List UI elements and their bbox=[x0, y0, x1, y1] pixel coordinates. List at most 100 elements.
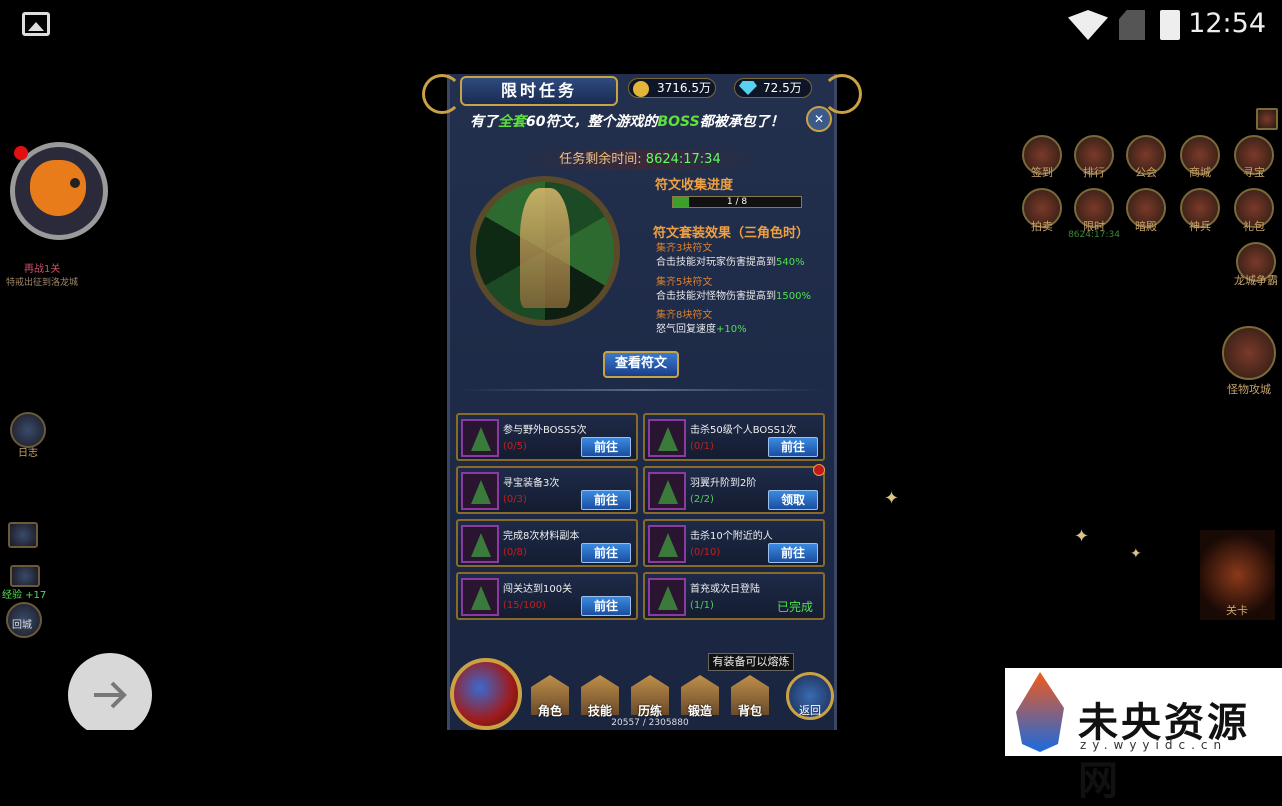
task-progress: (15/100) bbox=[503, 600, 546, 611]
hp-mp-orb bbox=[450, 658, 522, 730]
task-item: 羽翼升阶到2阶 (2/2) 领取 bbox=[643, 464, 825, 514]
watermark-url: zy.wyyidc.cn bbox=[1080, 738, 1228, 752]
dragon-city-label: 龙城争霸 bbox=[1234, 274, 1278, 287]
dark-hall-label: 暗殿 bbox=[1135, 220, 1157, 233]
task-go-button[interactable]: 前往 bbox=[581, 596, 631, 616]
no-sim-icon bbox=[1119, 10, 1145, 40]
expand-icon[interactable] bbox=[1256, 108, 1278, 130]
sparkle-icon: ✦ bbox=[884, 488, 900, 509]
dog-eye bbox=[70, 178, 80, 188]
task-go-button[interactable]: 前往 bbox=[768, 543, 818, 563]
task-progress: (0/10) bbox=[690, 547, 721, 558]
monster-siege-label: 怪物攻城 bbox=[1227, 383, 1271, 396]
task-item: 参与野外BOSS5次 (0/5) 前往 bbox=[456, 413, 638, 461]
journal-label: 日志 bbox=[18, 448, 38, 459]
image-icon bbox=[22, 12, 50, 36]
notification-dot bbox=[14, 146, 28, 160]
rank-label: 排行 bbox=[1083, 166, 1105, 179]
task-icon bbox=[461, 525, 499, 563]
notification-dot bbox=[813, 464, 825, 476]
task-item: 完成8次材料副本 (0/8) 前往 bbox=[456, 519, 638, 567]
journal-icon[interactable] bbox=[10, 412, 46, 448]
task-icon bbox=[648, 472, 686, 510]
task-icon bbox=[461, 472, 499, 510]
task-name: 闯关达到100关 bbox=[503, 584, 573, 595]
task-item: 击杀50级个人BOSS1次 (0/1) 前往 bbox=[643, 413, 825, 461]
task-icon bbox=[461, 419, 499, 457]
task-go-button[interactable]: 前往 bbox=[768, 437, 818, 457]
ornament-right bbox=[822, 74, 862, 114]
smelt-tooltip: 有装备可以熔炼 bbox=[708, 653, 794, 671]
task-name: 参与野外BOSS5次 bbox=[503, 425, 587, 436]
ornament-left bbox=[422, 74, 462, 114]
task-claim-button[interactable]: 领取 bbox=[768, 490, 818, 510]
effect-title: 符文套装效果（三角色时） bbox=[653, 226, 810, 241]
exp-icon bbox=[10, 565, 40, 587]
treasure-label: 寻宝 bbox=[1243, 166, 1265, 179]
effect-item: 集齐8块符文 怒气回复速度+10% bbox=[656, 310, 747, 335]
clock: 12:54 bbox=[1188, 8, 1266, 39]
timer-value: 8624:17:34 bbox=[645, 152, 721, 167]
hero-figure bbox=[520, 188, 570, 308]
skill-label: 技能 bbox=[587, 704, 612, 718]
task-item: 闯关达到100关 (15/100) 前往 bbox=[456, 572, 638, 620]
forward-arrow-button[interactable] bbox=[68, 653, 152, 737]
back-button[interactable]: 返回 bbox=[786, 672, 834, 720]
task-name: 羽翼升阶到2阶 bbox=[690, 478, 757, 489]
stage-sub: 特戒出征到洛龙城 bbox=[6, 278, 79, 288]
hp-text: 20557 / 2305880 bbox=[611, 718, 689, 728]
task-completed-label: 已完成 bbox=[776, 600, 813, 614]
task-progress: (2/2) bbox=[690, 494, 714, 505]
dog-icon bbox=[30, 160, 86, 216]
monster-siege-icon[interactable] bbox=[1222, 326, 1276, 380]
task-name: 击杀10个附近的人 bbox=[690, 531, 773, 542]
city-label: 回城 bbox=[12, 620, 32, 631]
task-name: 首充或次日登陆 bbox=[690, 584, 760, 595]
forge-label: 锻造 bbox=[687, 704, 712, 718]
gold-value: 3716.5万 bbox=[657, 81, 711, 95]
battery-icon bbox=[1160, 10, 1180, 40]
bag-label: 背包 bbox=[737, 704, 762, 718]
stage-label: 再战1关 bbox=[24, 264, 61, 275]
diamond-icon bbox=[739, 81, 757, 95]
gold-coin-icon bbox=[633, 81, 649, 97]
close-button[interactable]: ✕ bbox=[806, 106, 832, 132]
arrow-right-icon bbox=[94, 681, 127, 709]
effect-item: 集齐5块符文 合击技能对怪物伤害提高到1500% bbox=[656, 277, 811, 302]
mail-icon[interactable] bbox=[8, 522, 38, 548]
task-go-button[interactable]: 前往 bbox=[581, 543, 631, 563]
training-label: 历练 bbox=[637, 704, 662, 718]
task-timer: 任务剩余时间: 8624:17:34 bbox=[520, 150, 760, 170]
collect-title: 符文收集进度 bbox=[655, 178, 734, 193]
guild-label: 公会 bbox=[1135, 166, 1157, 179]
limited-timer: 8624:17:34 bbox=[1068, 230, 1120, 240]
task-name: 击杀50级个人BOSS1次 bbox=[690, 425, 797, 436]
task-icon bbox=[648, 419, 686, 457]
shop-label: 商城 bbox=[1189, 166, 1211, 179]
gift-label: 礼包 bbox=[1243, 220, 1265, 233]
task-item: 寻宝装备3次 (0/3) 前往 bbox=[456, 466, 638, 514]
promo-banner: 有了全套60符文，整个游戏的BOSS都被承包了！ bbox=[470, 114, 784, 130]
task-progress: (0/1) bbox=[690, 441, 714, 452]
task-name: 寻宝装备3次 bbox=[503, 478, 560, 489]
task-icon bbox=[461, 578, 499, 616]
collect-progress-label: 1 / 8 bbox=[726, 197, 748, 207]
limited-task-panel bbox=[447, 74, 837, 730]
task-progress: (0/8) bbox=[503, 547, 527, 558]
status-bar: 12:54 bbox=[0, 0, 1282, 74]
effect-item: 集齐3块符文 合击技能对玩家伤害提高到540% bbox=[656, 243, 805, 268]
task-go-button[interactable]: 前往 bbox=[581, 437, 631, 457]
signin-label: 签到 bbox=[1031, 166, 1053, 179]
gold-display: 3716.5万 bbox=[628, 78, 716, 98]
sparkle-icon: ✦ bbox=[1130, 546, 1142, 562]
task-progress: (0/3) bbox=[503, 494, 527, 505]
task-item: 击杀10个附近的人 (0/10) 前往 bbox=[643, 519, 825, 567]
task-go-button[interactable]: 前往 bbox=[581, 490, 631, 510]
auction-label: 拍卖 bbox=[1031, 220, 1053, 233]
exp-label: 经验 +17 bbox=[2, 590, 47, 601]
divine-weapon-label: 神兵 bbox=[1189, 220, 1211, 233]
task-name: 完成8次材料副本 bbox=[503, 531, 580, 542]
view-runes-button[interactable]: 查看符文 bbox=[603, 351, 679, 378]
wifi-icon bbox=[1068, 10, 1108, 40]
character-label: 角色 bbox=[537, 704, 562, 718]
